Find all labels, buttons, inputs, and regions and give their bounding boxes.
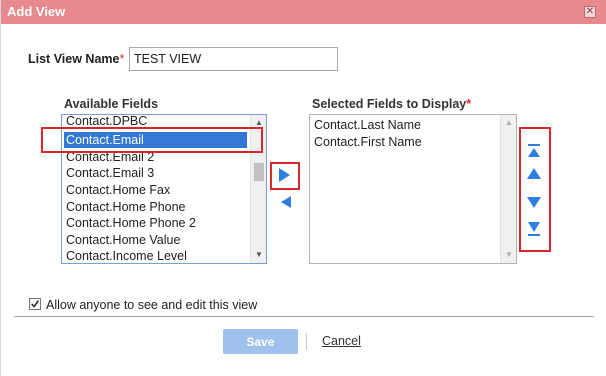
move-up-icon[interactable] [524,164,544,184]
list-view-name-input[interactable] [129,47,338,71]
arrow-left-icon[interactable] [280,195,292,209]
dialog-title: Add View [7,4,66,19]
selected-fields-label: Selected Fields to Display* [312,97,472,111]
scroll-thumb[interactable] [254,163,264,181]
save-button[interactable]: Save [223,329,298,354]
list-view-name-label: List View Name* [28,52,125,66]
move-top-icon[interactable] [524,141,544,161]
available-fields-label: Available Fields [64,97,159,111]
footer-divider [14,316,594,317]
list-item[interactable]: Contact.Home Phone 2 [66,216,196,230]
button-separator [306,333,307,350]
allow-edit-option[interactable]: Allow anyone to see and edit this view [29,297,329,313]
arrow-right-icon[interactable] [276,167,292,183]
list-item[interactable]: Contact.Home Phone [66,200,186,214]
list-item[interactable]: Contact.Home Fax [66,183,170,197]
scroll-down-icon[interactable]: ▼ [501,247,516,263]
move-down-icon[interactable] [524,192,544,212]
dialog-title-bar[interactable]: Add View ✕ [1,0,606,24]
list-item[interactable]: Contact.First Name [314,135,422,149]
list-item[interactable]: Contact.DPBC [66,115,147,128]
add-view-dialog: Add View ✕ List View Name* Available Fie… [0,0,606,376]
scroll-up-icon[interactable]: ▲ [501,115,516,131]
selected-list-scrollbar[interactable]: ▲ ▼ [500,115,516,263]
cancel-link[interactable]: Cancel [322,334,361,348]
list-item[interactable]: Contact.Last Name [314,118,421,132]
close-icon[interactable]: ✕ [584,6,596,18]
list-item[interactable]: Contact.Income Level [66,249,187,263]
check-icon [31,300,39,308]
scroll-down-icon[interactable]: ▼ [251,247,266,263]
highlight-selected-item [41,127,263,153]
list-item[interactable]: Contact.Home Value [66,233,180,247]
selected-fields-list[interactable]: Contact.Last Name Contact.First Name ▲ ▼ [309,114,517,264]
allow-edit-label: Allow anyone to see and edit this view [46,298,258,312]
list-item[interactable]: Contact.Email 3 [66,166,154,180]
allow-edit-checkbox[interactable] [29,298,41,310]
move-bottom-icon[interactable] [524,219,544,239]
